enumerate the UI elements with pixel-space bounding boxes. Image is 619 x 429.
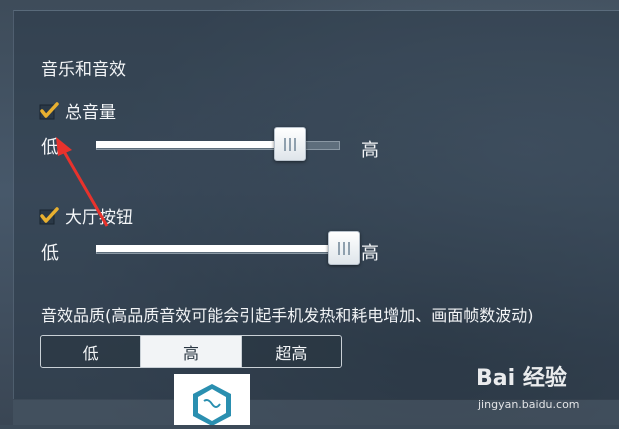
baidu-watermark: Bai 经验 jingyan.baidu.com [476,360,616,418]
watermark-logo: Bai 经验 [476,366,567,391]
watermark-url: jingyan.baidu.com [478,398,580,411]
